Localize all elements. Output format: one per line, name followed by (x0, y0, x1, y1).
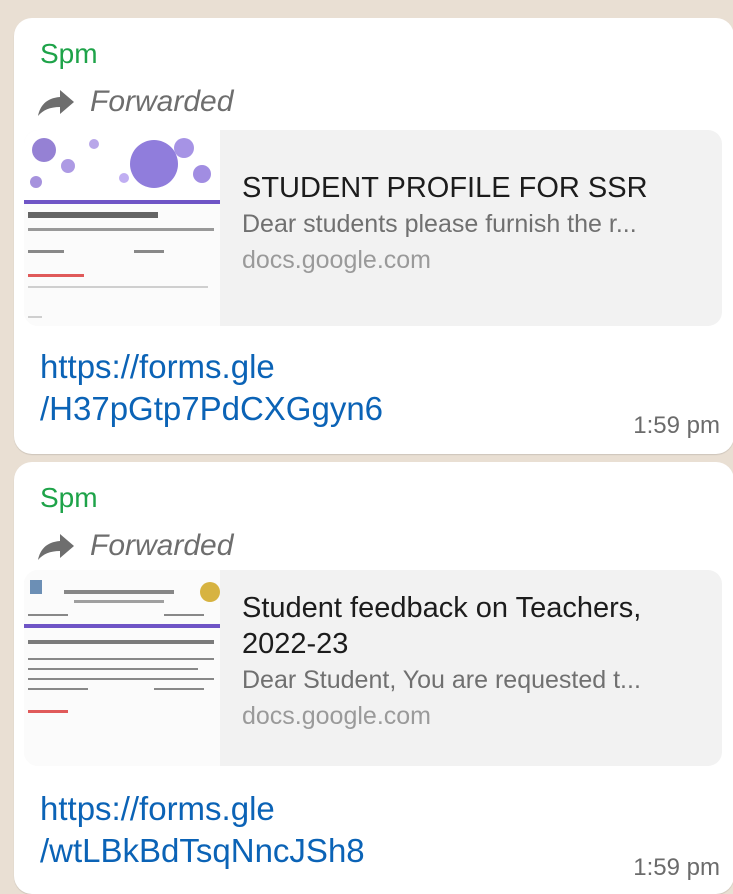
preview-title: STUDENT PROFILE FOR SSR (242, 172, 648, 204)
preview-description: Dear students please furnish the r... (242, 210, 637, 238)
preview-domain: docs.google.com (242, 246, 432, 274)
preview-domain: docs.google.com (242, 702, 432, 730)
preview-thumbnail (24, 570, 220, 766)
link-line[interactable]: https://forms.gle (40, 346, 383, 388)
preview-text: Student feedback on Teachers, 2022-23 De… (242, 590, 708, 734)
forwarded-label: Forwarded (90, 85, 234, 118)
message-bubble[interactable]: Spm Forwarded (14, 18, 733, 454)
forwarded-label: Forwarded (90, 529, 234, 562)
preview-title: Student feedback on Teachers, 2022-23 (242, 592, 642, 660)
link-preview-card[interactable]: STUDENT PROFILE FOR SSR Dear students pl… (24, 130, 722, 326)
preview-thumbnail (24, 130, 220, 326)
sender-name[interactable]: Spm (40, 482, 98, 514)
preview-text: STUDENT PROFILE FOR SSR Dear students pl… (242, 170, 708, 278)
sender-name[interactable]: Spm (40, 38, 98, 70)
forward-arrow-icon (38, 534, 74, 560)
message-timestamp: 1:59 pm (633, 412, 720, 439)
forward-arrow-icon (38, 90, 74, 116)
link-line[interactable]: /wtLBkBdTsqNncJSh8 (40, 830, 365, 872)
link-preview-card[interactable]: Student feedback on Teachers, 2022-23 De… (24, 570, 722, 766)
message-link[interactable]: https://forms.gle /H37pGtp7PdCXGgyn6 (40, 346, 383, 430)
link-line[interactable]: /H37pGtp7PdCXGgyn6 (40, 388, 383, 430)
link-line[interactable]: https://forms.gle (40, 788, 365, 830)
preview-description: Dear Student, You are requested t... (242, 666, 641, 694)
message-bubble[interactable]: Spm Forwarded (14, 462, 733, 894)
forwarded-indicator: Forwarded (36, 82, 233, 122)
forwarded-indicator: Forwarded (36, 526, 233, 566)
message-link[interactable]: https://forms.gle /wtLBkBdTsqNncJSh8 (40, 788, 365, 872)
message-timestamp: 1:59 pm (633, 854, 720, 881)
